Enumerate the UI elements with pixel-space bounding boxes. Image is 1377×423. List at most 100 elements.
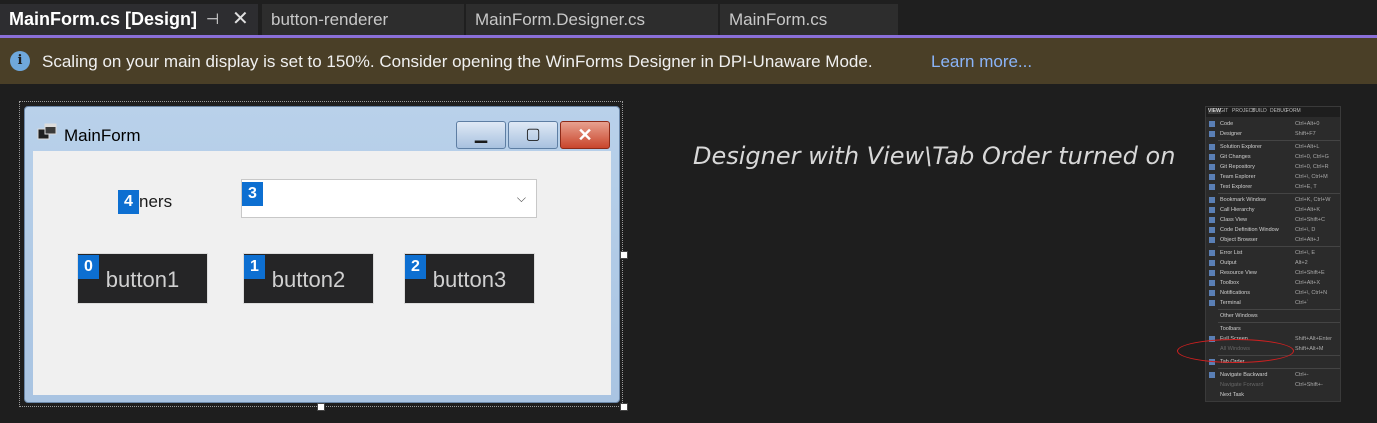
maximize-button[interactable]: ▢: [508, 121, 558, 149]
form-window-icon: [37, 123, 57, 140]
close-icon: ✕: [577, 125, 593, 145]
menu-item-icon: [1209, 174, 1215, 180]
view-menu-item: Code Ctrl+Alt+0: [1206, 119, 1340, 129]
view-menu-item: Code Definition Window Ctrl+\, D: [1206, 225, 1340, 235]
menu-item-icon: [1209, 270, 1215, 276]
menu-item-label: Test Explorer: [1220, 184, 1253, 190]
menu-item-label: Class View: [1220, 217, 1248, 223]
menu-item-shortcut: Ctrl+\, Ctrl+N: [1295, 290, 1328, 296]
minimize-button[interactable]: ▁: [456, 121, 506, 149]
menu-item-label: Next Task: [1220, 392, 1245, 398]
menu-item-label: Bookmark Window: [1220, 197, 1266, 203]
annotation-caption: Designer with View\Tab Order turned on: [693, 142, 1176, 170]
tab-label: MainForm.cs [Design]: [9, 9, 198, 29]
menu-item-shortcut: Ctrl+`: [1295, 300, 1309, 306]
tab-button-renderer[interactable]: button-renderer: [262, 4, 464, 35]
view-menu-item: Toolbox Ctrl+Alt+X: [1206, 278, 1340, 288]
view-menu-item: Test Explorer Ctrl+E, T: [1206, 182, 1340, 192]
menu-item-icon: [1209, 372, 1215, 378]
menu-item-shortcut: Shift+Alt+M: [1295, 346, 1324, 352]
resize-handle-bottom[interactable]: [317, 403, 325, 411]
menu-item-shortcut: Ctrl+Alt+L: [1295, 144, 1320, 150]
view-menu-item: Call Hierarchy Ctrl+Alt+K: [1206, 205, 1340, 215]
view-menu-item: Bookmark Window Ctrl+K, Ctrl+W: [1206, 195, 1340, 205]
menu-item-shortcut: Alt+2: [1295, 260, 1308, 266]
view-menu-item: Class View Ctrl+Shift+C: [1206, 215, 1340, 225]
menu-separator: [1218, 368, 1340, 369]
view-menu-item: Resource View Ctrl+Shift+E: [1206, 268, 1340, 278]
menu-item-icon: [1209, 154, 1215, 160]
view-menu-item: Toolbars: [1206, 324, 1340, 334]
form-title: MainForm: [64, 126, 141, 145]
tab-order-badge-combo[interactable]: 3: [242, 182, 263, 206]
menu-item-label: Git Repository: [1220, 164, 1255, 170]
tab-order-badge-button1[interactable]: 0: [78, 255, 99, 279]
label-control[interactable]: ners: [139, 192, 172, 212]
menu-separator: [1218, 140, 1340, 141]
view-menu-item: Team Explorer Ctrl+\, Ctrl+M: [1206, 172, 1340, 182]
close-tab-icon[interactable]: ✕: [232, 4, 249, 35]
menu-item-label: Code: [1220, 121, 1234, 127]
menu-separator: [1218, 322, 1340, 323]
pin-icon[interactable]: ⊣: [206, 4, 219, 35]
inset-menubar-git: GIT: [1220, 108, 1229, 114]
dpi-info-bar: i Scaling on your main display is set to…: [0, 38, 1377, 84]
menu-item-icon: [1209, 131, 1215, 137]
menu-item-label: Navigate Backward: [1220, 372, 1268, 378]
menu-item-shortcut: Ctrl+\, D: [1295, 227, 1316, 233]
resize-handle-right[interactable]: [620, 251, 628, 259]
menu-item-label: Terminal: [1220, 300, 1241, 306]
info-message: Scaling on your main display is set to 1…: [42, 52, 873, 71]
tab-order-badge-label[interactable]: 4: [118, 190, 139, 214]
view-menu-item: Error List Ctrl+\, E: [1206, 248, 1340, 258]
menu-item-shortcut: Ctrl+Shift+-: [1295, 382, 1323, 388]
menu-item-label: Git Changes: [1220, 154, 1251, 160]
tab-mainform-design[interactable]: MainForm.cs [Design] ⊣ ✕: [0, 4, 258, 35]
view-menu-item: Git Repository Ctrl+0, Ctrl+R: [1206, 162, 1340, 172]
menu-item-shortcut: Ctrl+E, T: [1295, 184, 1317, 190]
close-button[interactable]: ✕: [560, 121, 610, 149]
menu-item-icon: [1209, 300, 1215, 306]
view-menu-item: Notifications Ctrl+\, Ctrl+N: [1206, 288, 1340, 298]
view-menu-item: Git Changes Ctrl+0, Ctrl+G: [1206, 152, 1340, 162]
view-menu-item: Navigate Forward Ctrl+Shift+-: [1206, 380, 1340, 390]
menu-item-icon: [1209, 250, 1215, 256]
tab-order-badge-button2[interactable]: 1: [244, 255, 265, 279]
chevron-down-icon: ⌵: [516, 191, 526, 205]
document-tab-strip: MainForm.cs [Design] ⊣ ✕ button-renderer…: [0, 0, 1377, 38]
menu-separator: [1218, 309, 1340, 310]
tab-mainform-cs[interactable]: MainForm.cs: [720, 4, 898, 35]
learn-more-link[interactable]: Learn more...: [931, 52, 1032, 72]
menu-item-icon: [1209, 197, 1215, 203]
menu-item-label: Toolbars: [1220, 326, 1241, 332]
menu-separator: [1218, 193, 1340, 194]
menu-item-icon: [1209, 207, 1215, 213]
menu-item-shortcut: Ctrl+K, Ctrl+W: [1295, 197, 1331, 203]
resize-handle-corner[interactable]: [620, 403, 628, 411]
menu-item-label: Code Definition Window: [1220, 227, 1279, 233]
menu-item-label: Navigate Forward: [1220, 382, 1264, 388]
menu-item-icon: [1209, 280, 1215, 286]
menu-item-shortcut: Shift+F7: [1295, 131, 1316, 137]
menu-item-shortcut: Ctrl+Alt+X: [1295, 280, 1321, 286]
tab-order-badge-button3[interactable]: 2: [405, 255, 426, 279]
menu-item-label: Output: [1220, 260, 1237, 266]
combobox-control[interactable]: ⌵: [241, 179, 537, 218]
menu-item-shortcut: Ctrl+-: [1295, 372, 1309, 378]
menu-item-icon: [1209, 290, 1215, 296]
tab-mainform-designer-cs[interactable]: MainForm.Designer.cs: [466, 4, 718, 35]
menu-item-icon: [1209, 227, 1215, 233]
menu-item-shortcut: Ctrl+\, E: [1295, 250, 1316, 256]
menu-item-label: Call Hierarchy: [1220, 207, 1255, 213]
menu-item-label: Object Browser: [1220, 237, 1258, 243]
view-menu-item: Object Browser Ctrl+Alt+J: [1206, 235, 1340, 245]
menu-item-shortcut: Ctrl+\, Ctrl+M: [1295, 174, 1328, 180]
minimize-icon: ▁: [474, 126, 488, 143]
view-menu-item: Output Alt+2: [1206, 258, 1340, 268]
inset-menubar: VIEW GIT PROJECT BUILD DEBUG FORM: [1206, 107, 1340, 117]
menu-item-icon: [1209, 237, 1215, 243]
menu-item-shortcut: Ctrl+Alt+J: [1295, 237, 1320, 243]
menu-item-shortcut: Ctrl+Alt+0: [1295, 121, 1320, 127]
view-menu-item: Solution Explorer Ctrl+Alt+L: [1206, 142, 1340, 152]
menu-item-shortcut: Ctrl+0, Ctrl+R: [1295, 164, 1329, 170]
